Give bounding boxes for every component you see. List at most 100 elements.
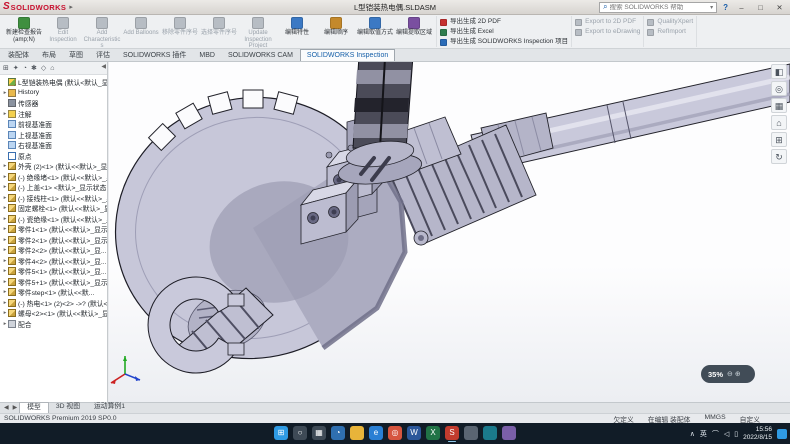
viewport-tool-button[interactable]: ◧ [771,64,787,79]
command-tab[interactable]: MBD [193,50,221,61]
tree-item[interactable]: ▸ 零件1<1> (默认<<默认>_显示状态 [2,224,107,235]
tree-item[interactable]: ▸ (-) 上盖<1> <默认>_显示状态 [2,182,107,193]
tree-item[interactable]: ▸ (-) 瓷绝缘<1> (默认<<默认>_显示状... [2,214,107,225]
tree-item[interactable]: 原点 [2,151,107,162]
tree-item[interactable]: ▸ (-) 热电<1> (2)<2> ->? (默认<<默认>... [2,298,107,309]
ribbon-button[interactable]: 编辑特性 [278,16,316,37]
document-tab[interactable]: 运动算例1 [87,402,132,413]
taskbar-icon[interactable] [464,426,478,440]
ribbon-button[interactable]: 编辑取值方式 [356,16,394,37]
tree-item[interactable]: ▸ History [2,88,107,99]
panel-collapse-arrow[interactable]: ◀ [101,63,106,70]
tree-item[interactable]: ▸ 注解 [2,109,107,120]
ribbon-button[interactable]: 编辑顺序 [317,16,355,37]
taskbar-icon[interactable]: X [426,426,440,440]
taskbar-icon[interactable]: S [445,426,459,440]
tree-item[interactable]: 前视基准面 [2,119,107,130]
tree-item[interactable]: ▸ 零件2<2> (默认<<默认>_显... [2,245,107,256]
feature-manager-tab-icon[interactable]: ⌂ [50,65,54,72]
taskbar-icon[interactable]: ◔ [331,426,345,440]
tab-scroll-right-arrow[interactable]: ▶ [11,403,20,413]
ribbon-menu-item[interactable]: Export to eDrawing [575,28,640,36]
ribbon-button[interactable]: Add Balloons [122,16,160,37]
tree-item[interactable]: ▸ 固定螺栓<1> (默认<<默认>_显示状态 [2,203,107,214]
tree-item[interactable]: ▸ (-) 绝缘堵<1> (默认<<默认>_显示... [2,172,107,183]
ribbon-menu-item[interactable]: 导出生成 Excel [440,28,494,36]
tree-item[interactable]: ▸ 零件4<2> (默认<<默认>_显... [2,256,107,267]
battery-icon[interactable]: ▯ [734,430,738,438]
zoom-indicator[interactable]: 35% ⊖ ⊕ [701,365,755,383]
ribbon-button[interactable]: 移除零件序号 [161,16,199,37]
feature-manager-tab-icon[interactable]: ✱ [31,64,37,72]
tray-expand-arrow[interactable]: ∧ [690,430,695,438]
command-tab[interactable]: 评估 [90,50,116,61]
model-bolt[interactable] [414,231,428,245]
ribbon-button[interactable]: Edit Inspection [44,16,82,43]
document-tab[interactable]: 3D 视图 [49,402,87,413]
search-dropdown-arrow[interactable]: ▾ [710,4,713,11]
tree-item[interactable]: ▸ 零件2<1> (默认<<默认>_显示状 [2,235,107,246]
taskbar-icon[interactable]: ◎ [388,426,402,440]
maximize-button[interactable]: □ [753,1,768,14]
document-tab[interactable]: 模型 [19,402,49,413]
viewport-tool-button[interactable]: ⊞ [771,132,787,147]
tree-item[interactable]: 右视基准面 [2,140,107,151]
taskbar-icon[interactable]: W [407,426,421,440]
ribbon-menu-item[interactable]: 导出生成 SOLIDWORKS Inspection 项目 [440,38,568,46]
viewport-tool-button[interactable]: ⌂ [771,115,787,130]
help-button[interactable]: ? [723,3,728,12]
tree-item[interactable]: ▸ 零件step<1> (默认<<默... [2,287,107,298]
taskbar-icon[interactable]: ○ [293,426,307,440]
tree-item[interactable]: ▸ 零件5+1> (默认<<默认>_显示状... [2,277,107,288]
taskbar-icon[interactable]: ▦ [312,426,326,440]
feature-manager-tab-icon[interactable]: ◔ [23,65,27,72]
viewport-tool-button[interactable]: ▦ [771,98,787,113]
feature-manager-tab-icon[interactable]: ✦ [13,64,19,72]
ribbon-button[interactable]: 选择零件序号 [200,16,238,37]
tree-item-icon [8,309,16,317]
graphics-viewport[interactable]: ◧ ◎ ▦ ⌂ ⊞ ↻ 35% ⊖ ⊕ [109,62,790,402]
ribbon-menu-item[interactable]: QualityXpert [647,18,693,26]
network-icon[interactable]: ⌒ [712,429,719,439]
taskbar-icon[interactable] [483,426,497,440]
tree-item[interactable]: ▸ 配合 [2,319,107,330]
taskbar-icon[interactable]: ⊞ [274,426,288,440]
ribbon-button[interactable]: Update Inspection Project [239,16,277,49]
tree-item[interactable]: ▸ 外壳 (2)<1> (默认<<默认>_显示状态 [2,161,107,172]
taskbar-icon[interactable] [350,426,364,440]
tree-item[interactable]: ▸ (-) 接线柱<1> (默认<<默认>_显... [2,193,107,204]
tree-item[interactable]: 传感器 [2,98,107,109]
menu-expand-arrow[interactable]: ▸ [69,3,73,11]
viewport-tool-button[interactable]: ↻ [771,149,787,164]
ribbon-menu-item[interactable]: Export to 2D PDF [575,18,636,26]
volume-icon[interactable]: ◁ [724,430,729,438]
command-tab[interactable]: SOLIDWORKS Inspection [300,49,395,61]
viewport-tool-button[interactable]: ◎ [771,81,787,96]
ime-indicator[interactable]: 英 [700,429,707,439]
command-tab[interactable]: 草图 [63,50,89,61]
close-button[interactable]: ✕ [772,1,787,14]
command-tab[interactable]: 装配体 [2,50,35,61]
ribbon-button[interactable]: Add Characteristics [83,16,121,49]
tree-item[interactable]: ▸ 螺母<2><1> (默认<<默认>_显示状态 [2,308,107,319]
help-search[interactable]: ⌕ ▾ [599,2,717,13]
taskbar-icon[interactable] [502,426,516,440]
command-tab[interactable]: SOLIDWORKS CAM [222,50,299,61]
ribbon-button[interactable]: 编辑提取区域 [395,16,433,37]
command-tab[interactable]: 布局 [36,50,62,61]
tree-item[interactable]: ▸ 零件5<1> (默认<<默认>_显... [2,266,107,277]
ribbon-menu-item[interactable]: 导出生成 2D PDF [440,18,501,26]
minimize-button[interactable]: – [734,1,749,14]
notification-icon[interactable] [777,429,787,439]
command-tab[interactable]: SOLIDWORKS 插件 [117,50,192,61]
tree-item[interactable]: 上视基准面 [2,130,107,141]
ribbon-menu-item[interactable]: RefImport [647,28,686,36]
ribbon-button[interactable]: 新建检查报告 (amp;N) [5,16,43,43]
taskbar-clock[interactable]: 15:56 2022/8/15 [743,426,772,442]
feature-manager-tab-icon[interactable]: ◇ [41,64,46,72]
search-input[interactable] [610,4,709,11]
tab-scroll-left-arrow[interactable]: ◀ [2,403,11,413]
feature-manager-tab-icon[interactable]: ⊞ [3,64,9,72]
tree-item[interactable]: L型铠装热电偶 (默认<默认_显示状态-1 [2,77,107,88]
taskbar-icon[interactable]: e [369,426,383,440]
